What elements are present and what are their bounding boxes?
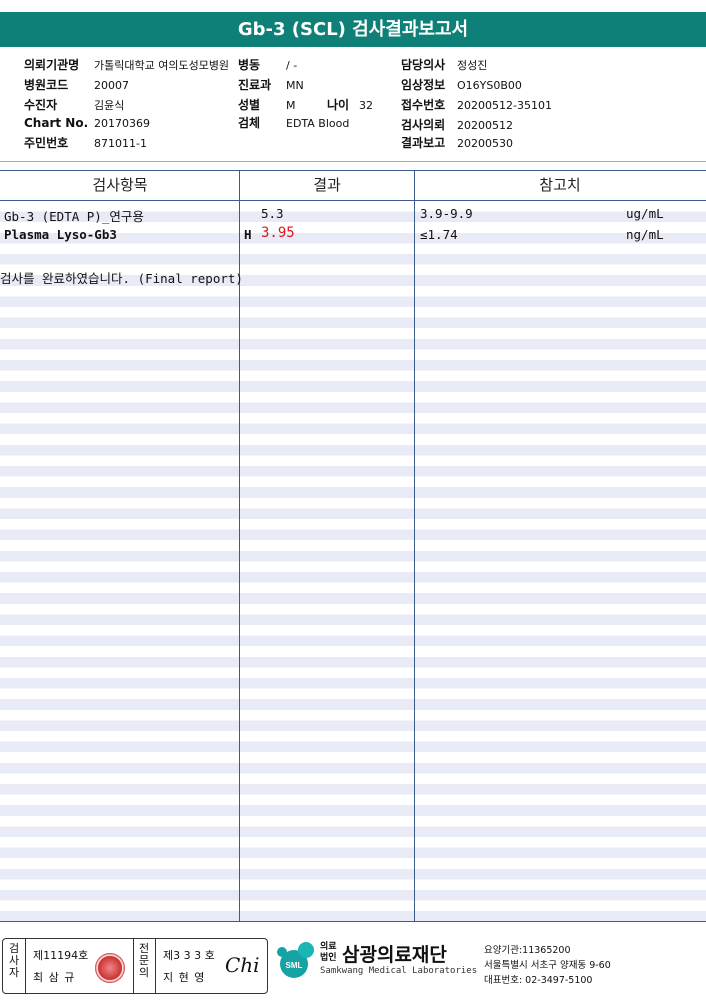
seal-stamp-icon: [95, 953, 125, 983]
row1-reference: 3.9-9.9: [420, 206, 473, 221]
sig1-label: 검사자: [8, 942, 20, 979]
handwritten-signature: Chi: [225, 953, 260, 977]
results-table: 검사항목 결과 참고치 Gb-3 (EDTA P)_연구용 5.3 3.9-9.…: [0, 170, 706, 922]
info-patient-name: 수진자 김윤식: [24, 98, 125, 112]
column-header-reference: 참고치: [539, 176, 581, 194]
info-ward: 병동 / -: [238, 58, 298, 72]
sig-divider-b: [133, 939, 134, 993]
org-prefix: 의료 법인: [320, 942, 337, 963]
logo-text: SML: [286, 961, 303, 970]
row2-result: 3.95: [261, 225, 295, 241]
column-header-test-item: 검사항목: [92, 176, 148, 194]
org-code: 요양기관:11365200: [484, 945, 571, 956]
row2-flag: H: [244, 227, 252, 242]
sig-divider-c: [155, 939, 156, 993]
sml-logo-icon: SML: [272, 940, 318, 984]
row2-unit: ng/mL: [626, 227, 664, 242]
info-sex: 성별 M: [238, 98, 296, 112]
info-request-date: 검사의뢰 20200512: [401, 118, 513, 132]
info-report-date: 결과보고 20200530: [401, 136, 513, 150]
column-header-result: 결과: [313, 176, 341, 194]
sig-divider-a: [25, 939, 26, 993]
sig2-label: 전문의: [138, 942, 150, 979]
completion-note: 검사를 완료하였습니다. (Final report): [0, 271, 243, 286]
info-clinical: 임상정보 O16YS0B00: [401, 78, 522, 92]
row1-unit: ug/mL: [626, 206, 664, 221]
row1-result: 5.3: [261, 206, 284, 221]
sig1-name: 최 삼 규: [33, 971, 76, 984]
table-bottom-border: [0, 921, 706, 922]
sig1-number: 제11194호: [33, 949, 89, 962]
info-requesting-institution: 의뢰기관명 가톨릭대학교 여의도성모병원: [24, 58, 230, 72]
info-resident-no: 주민번호 871011-1: [24, 136, 147, 150]
org-phone: 대표번호: 02-3497-5100: [484, 975, 593, 986]
info-department: 진료과 MN: [238, 78, 304, 92]
org-address: 서울특별시 서초구 양재동 9-60: [484, 960, 611, 971]
row1-test-item: Gb-3 (EDTA P)_연구용: [4, 209, 144, 224]
info-chart-no: Chart No. 20170369: [24, 116, 150, 130]
report-title: Gb-3 (SCL) 검사결과보고서: [0, 12, 706, 47]
row2-reference: ≤1.74: [420, 227, 458, 242]
column-divider-2: [414, 170, 415, 922]
org-english-name: Samkwang Medical Laboratories: [320, 966, 478, 976]
info-doctor: 담당의사 정성진: [401, 58, 488, 72]
org-name: 삼광의료재단: [342, 944, 447, 966]
header-divider: [0, 161, 706, 162]
info-hospital-code: 병원코드 20007: [24, 78, 129, 92]
sig2-number: 제3 3 3 호: [163, 949, 215, 962]
sig2-name: 지 현 영: [163, 971, 206, 984]
info-age: 나이 32: [327, 98, 373, 112]
info-receipt-no: 접수번호 20200512-35101: [401, 98, 552, 112]
row2-test-item: Plasma Lyso-Gb3: [4, 227, 117, 242]
info-specimen: 검체 EDTA Blood: [238, 116, 350, 130]
table-stripes: [0, 201, 706, 922]
report-footer: 검사자 제11194호 최 삼 규 전문의 제3 3 3 호 지 현 영 Chi…: [0, 936, 706, 1003]
signature-box: 검사자 제11194호 최 삼 규 전문의 제3 3 3 호 지 현 영 Chi: [2, 938, 268, 994]
